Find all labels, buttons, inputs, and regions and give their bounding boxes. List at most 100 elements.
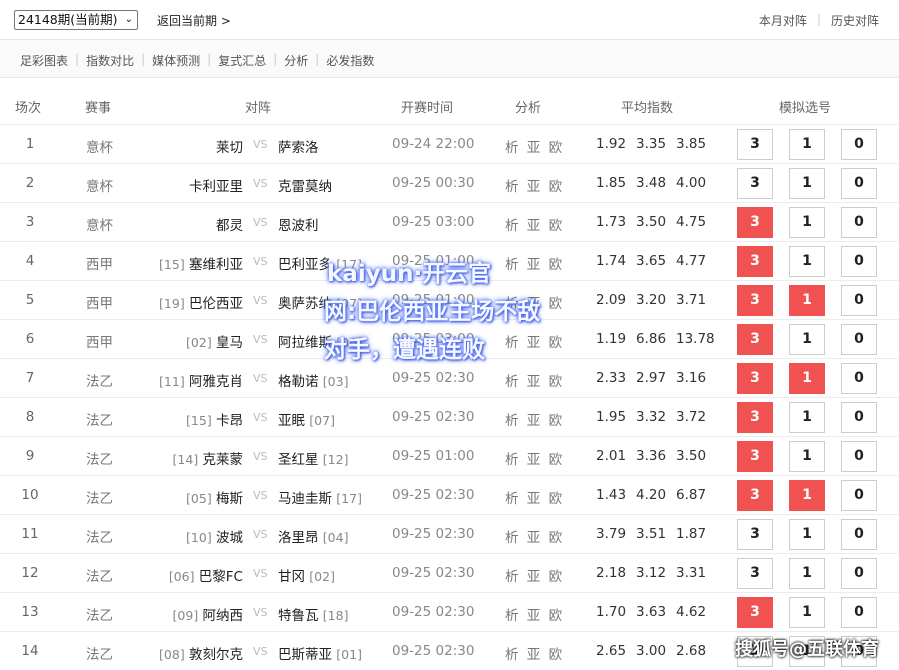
analysis-links[interactable]: 析 亚 欧 xyxy=(505,487,564,507)
pick-button-3[interactable]: 3 xyxy=(737,285,773,316)
league-name[interactable]: 法乙 xyxy=(86,526,113,546)
away-team[interactable]: 巴斯蒂亚 [01] xyxy=(278,643,362,663)
analysis-links[interactable]: 析 亚 欧 xyxy=(505,175,564,195)
away-team[interactable]: 马迪圭斯 [17] xyxy=(278,487,362,507)
pick-button-3[interactable]: 3 xyxy=(737,441,773,472)
subnav-item[interactable]: 媒体预测 xyxy=(152,52,200,69)
pick-button-0[interactable]: 0 xyxy=(841,441,877,472)
home-team[interactable]: [05] 梅斯 xyxy=(186,487,243,507)
pick-button-1[interactable]: 1 xyxy=(789,519,825,550)
pick-button-1[interactable]: 1 xyxy=(789,246,825,277)
pick-button-0[interactable]: 0 xyxy=(841,285,877,316)
league-name[interactable]: 法乙 xyxy=(86,370,113,390)
pick-button-1[interactable]: 1 xyxy=(789,129,825,160)
league-name[interactable]: 法乙 xyxy=(86,409,113,429)
league-name[interactable]: 法乙 xyxy=(86,448,113,468)
analysis-links[interactable]: 析 亚 欧 xyxy=(505,214,564,234)
pick-button-0[interactable]: 0 xyxy=(841,480,877,511)
home-team[interactable]: 都灵 xyxy=(216,214,243,234)
analysis-links[interactable]: 析 亚 欧 xyxy=(505,409,564,429)
analysis-links[interactable]: 析 亚 欧 xyxy=(505,526,564,546)
top-right-links: 本月对阵 | 历史对阵 xyxy=(759,12,879,29)
pick-button-1[interactable]: 1 xyxy=(789,597,825,628)
league-name[interactable]: 意杯 xyxy=(86,214,113,234)
pick-button-3[interactable]: 3 xyxy=(737,363,773,394)
pick-button-3[interactable]: 3 xyxy=(737,558,773,589)
pick-button-3[interactable]: 3 xyxy=(737,324,773,355)
subnav-item[interactable]: 指数对比 xyxy=(86,52,134,69)
pick-button-1[interactable]: 1 xyxy=(789,168,825,199)
league-name[interactable]: 西甲 xyxy=(86,331,113,351)
pick-button-3[interactable]: 3 xyxy=(737,129,773,160)
league-name[interactable]: 法乙 xyxy=(86,643,113,663)
league-name[interactable]: 法乙 xyxy=(86,487,113,507)
pick-button-0[interactable]: 0 xyxy=(841,129,877,160)
league-name[interactable]: 法乙 xyxy=(86,565,113,585)
pick-button-1[interactable]: 1 xyxy=(789,285,825,316)
period-select[interactable]: 24148期(当前期) ⌄ xyxy=(14,10,138,30)
home-team[interactable]: [19] 巴伦西亚 xyxy=(159,292,243,312)
pick-button-0[interactable]: 0 xyxy=(841,324,877,355)
home-team[interactable]: 莱切 xyxy=(216,136,243,156)
home-team[interactable]: [09] 阿纳西 xyxy=(173,604,243,624)
pick-button-0[interactable]: 0 xyxy=(841,207,877,238)
home-team[interactable]: [10] 波城 xyxy=(186,526,243,546)
subnav-item[interactable]: 必发指数 xyxy=(326,52,374,69)
league-name[interactable]: 西甲 xyxy=(86,253,113,273)
pick-button-3[interactable]: 3 xyxy=(737,480,773,511)
pick-button-0[interactable]: 0 xyxy=(841,558,877,589)
pick-button-3[interactable]: 3 xyxy=(737,597,773,628)
away-team[interactable]: 萨索洛 xyxy=(278,136,319,156)
away-team[interactable]: 洛里昂 [04] xyxy=(278,526,348,546)
analysis-links[interactable]: 析 亚 欧 xyxy=(505,136,564,156)
away-team[interactable]: 恩波利 xyxy=(278,214,319,234)
league-name[interactable]: 西甲 xyxy=(86,292,113,312)
pick-button-1[interactable]: 1 xyxy=(789,207,825,238)
subnav-item[interactable]: 复式汇总 xyxy=(218,52,266,69)
back-to-current-link[interactable]: 返回当前期 > xyxy=(157,12,231,29)
analysis-links[interactable]: 析 亚 欧 xyxy=(505,604,564,624)
pick-button-3[interactable]: 3 xyxy=(737,402,773,433)
away-team[interactable]: 克雷莫纳 xyxy=(278,175,332,195)
pick-button-0[interactable]: 0 xyxy=(841,402,877,433)
pick-button-0[interactable]: 0 xyxy=(841,246,877,277)
away-team[interactable]: 特鲁瓦 [18] xyxy=(278,604,348,624)
pick-button-1[interactable]: 1 xyxy=(789,324,825,355)
analysis-links[interactable]: 析 亚 欧 xyxy=(505,643,564,663)
away-team[interactable]: 亚眠 [07] xyxy=(278,409,335,429)
pick-button-1[interactable]: 1 xyxy=(789,363,825,394)
history-matches-link[interactable]: 历史对阵 xyxy=(831,12,879,29)
pick-button-1[interactable]: 1 xyxy=(789,402,825,433)
home-team[interactable]: [15] 卡昂 xyxy=(186,409,243,429)
pick-button-0[interactable]: 0 xyxy=(841,597,877,628)
analysis-links[interactable]: 析 亚 欧 xyxy=(505,448,564,468)
pick-button-1[interactable]: 1 xyxy=(789,480,825,511)
analysis-links[interactable]: 析 亚 欧 xyxy=(505,370,564,390)
away-team[interactable]: 圣红星 [12] xyxy=(278,448,348,468)
league-name[interactable]: 意杯 xyxy=(86,175,113,195)
away-team[interactable]: 格勒诺 [03] xyxy=(278,370,348,390)
league-name[interactable]: 法乙 xyxy=(86,604,113,624)
pick-button-3[interactable]: 3 xyxy=(737,246,773,277)
pick-button-3[interactable]: 3 xyxy=(737,168,773,199)
analysis-links[interactable]: 析 亚 欧 xyxy=(505,565,564,585)
home-team[interactable]: [14] 克莱蒙 xyxy=(173,448,243,468)
home-team[interactable]: [15] 塞维利亚 xyxy=(159,253,243,273)
pick-button-1[interactable]: 1 xyxy=(789,558,825,589)
pick-button-3[interactable]: 3 xyxy=(737,207,773,238)
home-team[interactable]: [11] 阿雅克肖 xyxy=(159,370,243,390)
pick-button-1[interactable]: 1 xyxy=(789,441,825,472)
league-name[interactable]: 意杯 xyxy=(86,136,113,156)
pick-button-3[interactable]: 3 xyxy=(737,519,773,550)
home-team[interactable]: [06] 巴黎FC xyxy=(169,565,243,585)
subnav-item[interactable]: 分析 xyxy=(284,52,308,69)
home-team[interactable]: 卡利亚里 xyxy=(189,175,243,195)
home-team[interactable]: [08] 敦刻尔克 xyxy=(159,643,243,663)
pick-button-0[interactable]: 0 xyxy=(841,168,877,199)
pick-button-0[interactable]: 0 xyxy=(841,363,877,394)
monthly-matches-link[interactable]: 本月对阵 xyxy=(759,12,807,29)
pick-button-0[interactable]: 0 xyxy=(841,519,877,550)
away-team[interactable]: 甘冈 [02] xyxy=(278,565,335,585)
subnav-item[interactable]: 足彩图表 xyxy=(20,52,68,69)
home-team[interactable]: [02] 皇马 xyxy=(186,331,243,351)
